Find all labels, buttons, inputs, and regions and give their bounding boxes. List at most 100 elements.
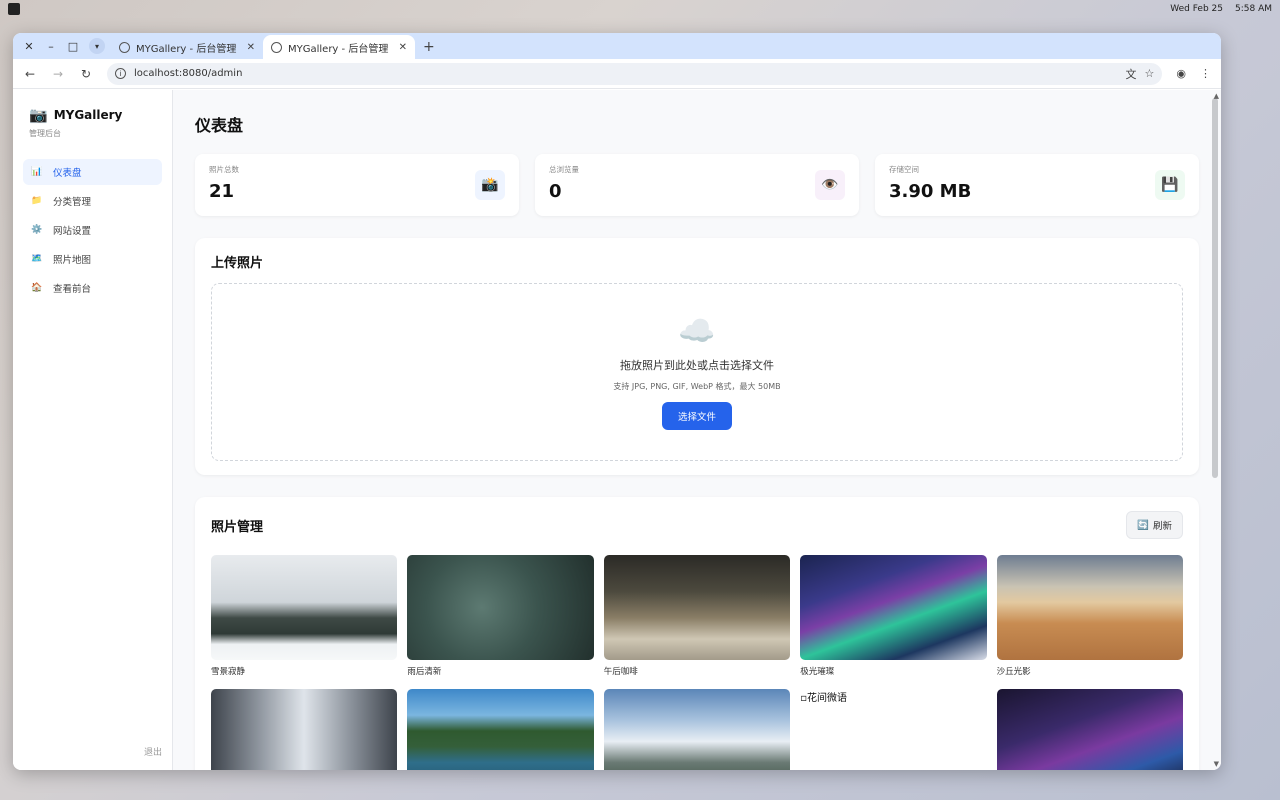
- browser-window: ✕ – □ ▾ MYGallery - 后台管理 ✕ MYGallery - 后…: [13, 33, 1221, 770]
- dropzone-prompt: 拖放照片到此处或点击选择文件: [620, 359, 774, 372]
- photo-thumbnail[interactable]: [800, 555, 987, 660]
- tab-search-icon[interactable]: ▾: [89, 38, 105, 54]
- camera-flash-icon: 📸: [475, 170, 505, 200]
- browser-toolbar: ← → ↻ i localhost:8080/admin 文 ☆ ◉ ⋮: [13, 59, 1221, 89]
- photo-thumbnail[interactable]: [211, 689, 398, 770]
- stat-label: 存储空间: [889, 165, 919, 174]
- stat-label: 照片总数: [209, 165, 239, 174]
- address-bar[interactable]: i localhost:8080/admin 文 ☆: [107, 62, 1163, 85]
- photo-item[interactable]: 雨后清新: [407, 555, 594, 679]
- photo-thumbnail[interactable]: [407, 555, 594, 660]
- photo-thumbnail[interactable]: [211, 555, 398, 660]
- upload-dropzone[interactable]: ☁️ 拖放照片到此处或点击选择文件 支持 JPG, PNG, GIF, WebP…: [211, 283, 1183, 461]
- profile-icon[interactable]: ◉: [1176, 67, 1186, 80]
- photo-broken-image[interactable]: ▫花间微语: [800, 689, 987, 770]
- photo-item[interactable]: [996, 689, 1183, 770]
- reload-icon[interactable]: ↻: [79, 67, 93, 81]
- sidebar: 📷 MYGallery 管理后台 📊 仪表盘 📁 分类管理 ⚙️ 网站设置 🗺️…: [13, 90, 173, 770]
- photo-thumbnail[interactable]: [996, 555, 1183, 660]
- globe-icon: [271, 41, 282, 53]
- scroll-up-icon[interactable]: ▲: [1214, 92, 1219, 100]
- sidebar-item-label: 仪表盘: [53, 168, 82, 179]
- close-window-icon[interactable]: ✕: [23, 40, 35, 53]
- choose-file-button[interactable]: 选择文件: [661, 402, 732, 430]
- photo-alt-text: 花间微语: [806, 693, 847, 704]
- photos-header: 照片管理 🔄 刷新: [211, 511, 1183, 539]
- chart-icon: 📊: [31, 167, 43, 177]
- page-title: 仪表盘: [195, 116, 244, 135]
- back-icon[interactable]: ←: [23, 67, 37, 81]
- close-tab-icon[interactable]: ✕: [247, 42, 255, 53]
- photo-caption: 雪景寂静: [211, 667, 246, 677]
- photo-item[interactable]: 雪景寂静: [211, 555, 398, 679]
- sidebar-item-photo-map[interactable]: 🗺️ 照片地图: [23, 246, 162, 272]
- minimize-window-icon[interactable]: –: [45, 40, 57, 53]
- eye-icon: 👁️: [815, 170, 845, 200]
- browser-tab-1[interactable]: MYGallery - 后台管理 ✕: [111, 35, 263, 59]
- new-tab-button[interactable]: +: [415, 35, 443, 59]
- sidebar-item-settings[interactable]: ⚙️ 网站设置: [23, 217, 162, 243]
- cloud-icon: ☁️: [678, 314, 716, 349]
- map-icon: 🗺️: [31, 254, 43, 264]
- photo-item[interactable]: [211, 689, 398, 770]
- site-info-icon[interactable]: i: [115, 68, 126, 79]
- page-scrollbar[interactable]: [1212, 98, 1218, 478]
- photo-item[interactable]: 极光璀璨: [800, 555, 987, 679]
- photo-thumbnail[interactable]: [603, 689, 791, 770]
- tab-title: MYGallery - 后台管理: [136, 43, 237, 55]
- photo-caption: 雨后清新: [407, 667, 442, 677]
- brand-name: MYGallery: [53, 108, 123, 122]
- photo-thumbnail[interactable]: [603, 555, 791, 660]
- refresh-button[interactable]: 🔄 刷新: [1126, 511, 1183, 539]
- upload-card: 上传照片 ☁️ 拖放照片到此处或点击选择文件 支持 JPG, PNG, GIF,…: [195, 238, 1199, 475]
- brand: 📷 MYGallery: [23, 106, 162, 124]
- sidebar-item-label: 网站设置: [53, 226, 92, 237]
- sidebar-item-view-frontend[interactable]: 🏠 查看前台: [23, 275, 162, 301]
- photo-item[interactable]: ▫花间微语: [800, 689, 987, 770]
- logout-link[interactable]: 退出: [144, 745, 162, 758]
- stat-value: 0: [549, 181, 562, 202]
- maximize-window-icon[interactable]: □: [67, 40, 79, 53]
- photo-grid: 雪景寂静 雨后清新 午后咖啡 极光璀璨 沙丘光影 ▫花间微语: [211, 555, 1183, 770]
- tab-title: MYGallery - 后台管理: [288, 43, 389, 55]
- photo-item[interactable]: [603, 689, 791, 770]
- sidebar-item-label: 查看前台: [53, 284, 92, 295]
- main-content: 仪表盘 照片总数 21 📸 总浏览量 0 👁️ 存储空间 3.90 MB 💾 上…: [173, 90, 1221, 770]
- sidebar-item-categories[interactable]: 📁 分类管理: [23, 188, 162, 214]
- photo-thumbnail[interactable]: [407, 689, 594, 770]
- sidebar-menu: 📊 仪表盘 📁 分类管理 ⚙️ 网站设置 🗺️ 照片地图 🏠 查看前台: [23, 159, 162, 301]
- photo-thumbnail[interactable]: [996, 689, 1183, 770]
- sidebar-item-dashboard[interactable]: 📊 仪表盘: [23, 159, 162, 185]
- photo-item[interactable]: 午后咖啡: [603, 555, 791, 679]
- home-icon: 🏠: [31, 283, 43, 293]
- stat-card-views: 总浏览量 0 👁️: [535, 154, 859, 216]
- photo-caption: 极光璀璨: [800, 667, 835, 677]
- menu-kebab-icon[interactable]: ⋮: [1200, 67, 1211, 80]
- translate-icon[interactable]: 文: [1126, 66, 1137, 82]
- photo-item[interactable]: [407, 689, 594, 770]
- bookmark-star-icon[interactable]: ☆: [1145, 67, 1155, 80]
- os-date: Wed Feb 25: [1170, 4, 1223, 14]
- sidebar-item-label: 分类管理: [53, 197, 92, 208]
- photos-card: 照片管理 🔄 刷新 雪景寂静 雨后清新 午后咖啡 极光璀璨 沙丘光影 ▫花间微语: [195, 497, 1199, 770]
- broken-image-icon: ▫: [800, 693, 807, 704]
- tab-bar: ✕ – □ ▾ MYGallery - 后台管理 ✕ MYGallery - 后…: [13, 33, 1221, 59]
- browser-tab-2[interactable]: MYGallery - 后台管理 ✕: [263, 35, 415, 59]
- refresh-icon: 🔄: [1137, 519, 1149, 531]
- forward-icon[interactable]: →: [51, 67, 65, 81]
- scroll-down-icon[interactable]: ▼: [1214, 760, 1219, 768]
- os-time: 5:58 AM: [1235, 4, 1272, 14]
- stat-value: 3.90 MB: [889, 181, 972, 202]
- stat-card-storage: 存储空间 3.90 MB 💾: [875, 154, 1199, 216]
- stat-label: 总浏览量: [549, 165, 579, 174]
- url-text: localhost:8080/admin: [134, 68, 243, 79]
- os-logo-icon[interactable]: [8, 3, 20, 15]
- folder-icon: 📁: [31, 196, 43, 206]
- dropzone-hint: 支持 JPG, PNG, GIF, WebP 格式，最大 50MB: [613, 382, 781, 391]
- stat-card-photos: 照片总数 21 📸: [195, 154, 519, 216]
- sidebar-item-label: 照片地图: [53, 255, 92, 266]
- globe-icon: [119, 41, 130, 53]
- close-tab-icon[interactable]: ✕: [399, 42, 407, 53]
- photo-item[interactable]: 沙丘光影: [996, 555, 1183, 679]
- gear-icon: ⚙️: [31, 225, 43, 235]
